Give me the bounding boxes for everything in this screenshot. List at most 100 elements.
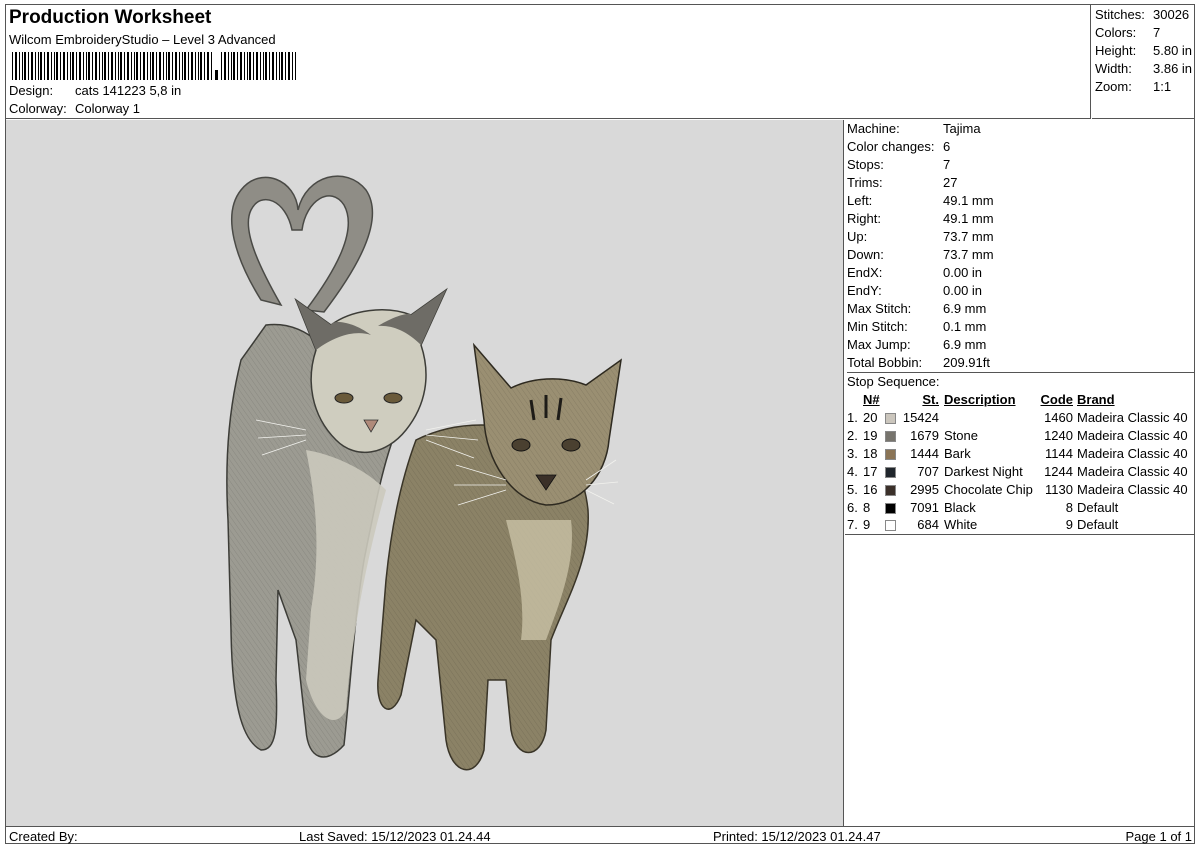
col-n: N# — [863, 391, 880, 407]
thread-brand: Default — [1077, 517, 1119, 533]
color-description: Bark — [944, 445, 971, 461]
stop-index: 4. — [847, 463, 858, 479]
stop-index: 5. — [847, 481, 858, 497]
info-endy: EndY: 0.00 in — [847, 283, 983, 298]
info-min-stitch: Min Stitch: 0.1 mm — [847, 319, 987, 334]
printed-date: Printed: 15/12/2023 01.24.47 — [713, 829, 881, 844]
stitch-count: 707 — [917, 463, 939, 479]
stop-sequence-row: 4. 17 707 Darkest Night 1244 Madeira Classic … — [845, 462, 1195, 480]
info-max-stitch: Max Stitch: 6.9 mm — [847, 301, 987, 316]
design-stats-panel: Stitches: 30026 Colors: 7 Height: 5.80 in W… — [1092, 5, 1195, 119]
stitch-count: 2995 — [910, 481, 939, 497]
design-preview-canvas — [6, 120, 844, 826]
needle-number: 16 — [863, 481, 878, 497]
stitch-count: 1444 — [910, 445, 939, 461]
stitch-count: 15424 — [902, 409, 939, 425]
color-swatch — [885, 484, 896, 496]
thread-code: 1460 — [1044, 409, 1073, 425]
needle-number: 18 — [863, 445, 878, 461]
info-stops: Stops: 7 — [847, 157, 951, 172]
needle-number: 20 — [863, 409, 878, 425]
col-code: Code — [1040, 391, 1074, 407]
color-swatch — [885, 412, 896, 424]
stop-index: 3. — [847, 445, 858, 461]
thread-code: 8 — [1065, 499, 1073, 515]
color-swatch — [885, 430, 896, 442]
color-description: Stone — [944, 427, 978, 443]
stop-index: 1. — [847, 409, 858, 425]
thread-brand: Madeira Classic 40 — [1077, 409, 1188, 425]
thread-code: 1144 — [1045, 445, 1073, 461]
barcode-image — [12, 52, 296, 80]
stat-stitches: Stitches: 30026 — [1095, 7, 1190, 22]
stop-sequence-label: Stop Sequence: — [847, 372, 1195, 389]
color-swatch — [885, 466, 896, 478]
cats-embroidery-image — [226, 175, 623, 771]
thread-code: 9 — [1065, 517, 1073, 533]
design-label: Design: — [9, 83, 54, 98]
stop-sequence-row: 6. 8 7091 Black 8 Default — [845, 498, 1195, 516]
thread-brand: Madeira Classic 40 — [1077, 445, 1188, 461]
last-saved: Last Saved: 15/12/2023 01.24.44 — [299, 829, 491, 844]
stitch-count: 7091 — [910, 499, 939, 515]
info-trims: Trims: 27 — [847, 175, 958, 190]
info-max-jump: Max Jump: 6.9 mm — [847, 337, 987, 352]
needle-number: 9 — [863, 517, 871, 533]
needle-number: 8 — [863, 499, 871, 515]
thread-code: 1244 — [1044, 463, 1073, 479]
color-description: Chocolate Chip — [944, 481, 1033, 497]
stop-index: 7. — [847, 517, 858, 533]
thread-brand: Madeira Classic 40 — [1077, 427, 1188, 443]
thread-code: 1240 — [1044, 427, 1073, 443]
info-left: Left: 49.1 mm — [847, 193, 994, 208]
thread-brand: Default — [1077, 499, 1119, 515]
page-number: Page 1 of 1 — [1125, 829, 1193, 844]
stop-sequence-row: 1. 20 15424 1460 Madeira Classic 40 — [845, 408, 1195, 426]
stat-zoom: Zoom: 1:1 — [1095, 79, 1172, 94]
colorway-label: Colorway: — [9, 101, 67, 116]
stop-index: 6. — [847, 499, 858, 515]
stat-width: Width: 3.86 in — [1095, 61, 1193, 76]
info-color-changes: Color changes: 6 — [847, 139, 951, 154]
design-row: Design: cats 141223 5,8 in — [9, 83, 181, 98]
stop-sequence-header: N# St. Description Code Brand — [845, 390, 1195, 408]
color-description: Darkest Night — [944, 463, 1023, 479]
info-total-bobbin: Total Bobbin: 209.91ft — [847, 355, 990, 370]
stop-sequence-row: 5. 16 2995 Chocolate Chip 1130 Madeira Classi… — [845, 480, 1195, 498]
needle-number: 19 — [863, 427, 878, 443]
info-endx: EndX: 0.00 in — [847, 265, 983, 280]
thread-brand: Madeira Classic 40 — [1077, 463, 1188, 479]
stitch-count: 1679 — [910, 427, 939, 443]
col-brand: Brand — [1077, 391, 1115, 407]
stat-height: Height: 5.80 in — [1095, 43, 1193, 58]
created-by: Created By: — [9, 829, 78, 844]
color-description: White — [944, 517, 978, 533]
info-down: Down: 73.7 mm — [847, 247, 994, 262]
worksheet-footer: Created By: Last Saved: 15/12/2023 01.24… — [6, 826, 1195, 844]
color-swatch — [885, 502, 896, 514]
thread-code: 1130 — [1045, 481, 1073, 497]
worksheet-header: Production Worksheet Wilcom EmbroiderySt… — [6, 5, 1091, 119]
needle-number: 17 — [863, 463, 878, 479]
machine-info-panel: Machine: Tajima Color changes: 6 Stops: 7 T… — [845, 120, 1195, 826]
worksheet-frame: Production Worksheet Wilcom EmbroiderySt… — [5, 4, 1195, 844]
stop-sequence-row: 3. 18 1444 Bark 1144 Madeira Classic 40 — [845, 444, 1195, 462]
stat-colors: Colors: 7 — [1095, 25, 1161, 40]
color-swatch — [885, 520, 896, 532]
thread-brand: Madeira Classic 40 — [1077, 481, 1188, 497]
stop-index: 2. — [847, 427, 858, 443]
colorway-row: Colorway: Colorway 1 — [9, 101, 140, 116]
col-st: St. — [922, 391, 939, 407]
info-machine: Machine: Tajima — [847, 121, 981, 136]
color-description: Black — [944, 499, 976, 515]
design-value: cats 141223 5,8 in — [75, 83, 182, 98]
info-right: Right: 49.1 mm — [847, 211, 994, 226]
stop-sequence-row: 2. 19 1679 Stone 1240 Madeira Classic 40 — [845, 426, 1195, 444]
col-description: Description — [944, 391, 1016, 407]
color-swatch — [885, 448, 896, 460]
color-description — [939, 408, 1035, 426]
stop-sequence-row: 7. 9 684 White 9 Default — [845, 516, 1195, 534]
colorway-value: Colorway 1 — [75, 101, 141, 116]
software-subtitle: Wilcom EmbroideryStudio – Level 3 Advanc… — [9, 32, 276, 47]
page-title: Production Worksheet — [9, 7, 212, 28]
